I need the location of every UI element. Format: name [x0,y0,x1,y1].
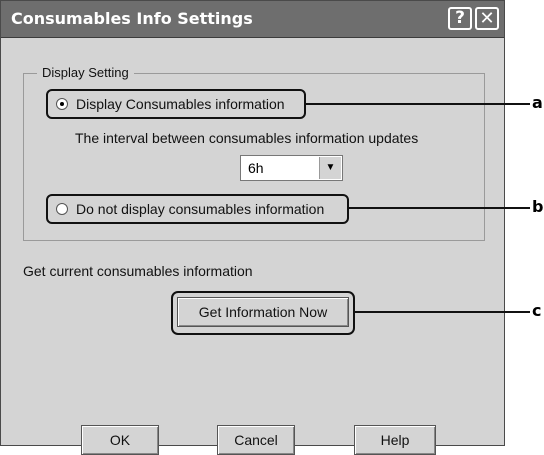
callout-line-c [354,311,530,313]
close-icon[interactable]: ✕ [475,7,499,30]
radio-label: Do not display consumables information [76,201,325,217]
interval-label: The interval between consumables informa… [75,130,419,146]
radio-button-selected[interactable] [56,98,68,110]
radio-label: Display Consumables information [76,96,285,112]
radio-button-unselected[interactable] [56,203,68,215]
radio-hide-consumables[interactable]: Do not display consumables information [46,194,349,224]
get-info-label: Get current consumables information [23,263,253,279]
window-title: Consumables Info Settings [11,9,253,28]
help-icon[interactable]: ? [448,7,472,30]
callout-line-a [305,103,530,105]
interval-select[interactable]: 6h ▼ [240,155,343,181]
callout-line-b [348,207,530,209]
settings-dialog: Consumables Info Settings ? ✕ Display Se… [0,0,505,455]
get-information-now-button[interactable]: Get Information Now [177,297,349,327]
callout-letter-c: c [532,301,542,320]
chevron-down-icon[interactable]: ▼ [319,157,341,179]
ok-button[interactable]: OK [81,425,159,455]
radio-display-consumables[interactable]: Display Consumables information [46,89,306,119]
callout-letter-a: a [532,93,543,112]
cancel-button[interactable]: Cancel [217,425,295,455]
help-button[interactable]: Help [354,425,436,455]
interval-value: 6h [248,160,264,176]
group-label: Display Setting [37,65,134,80]
title-bar: Consumables Info Settings ? ✕ [1,1,504,38]
callout-letter-b: b [532,197,544,216]
